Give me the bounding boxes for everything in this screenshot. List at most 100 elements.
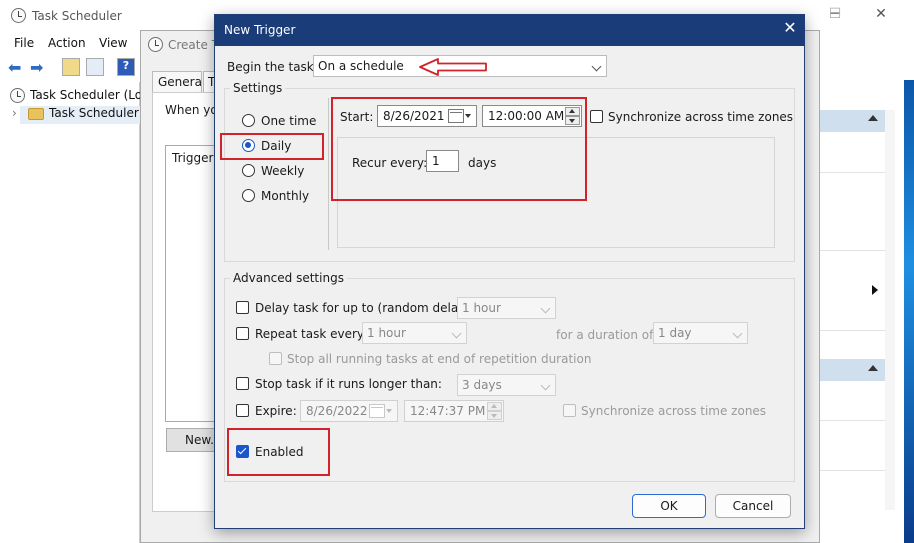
- recur-every-label: Recur every:: [352, 156, 428, 170]
- help-icon[interactable]: ?: [117, 58, 135, 76]
- folder-up-icon[interactable]: [62, 58, 80, 76]
- actions-pane: [805, 80, 914, 543]
- forward-arrow-icon[interactable]: ➡: [30, 58, 43, 77]
- maximize-icon[interactable]: ☐: [822, 6, 848, 26]
- repeat-value: 1 hour: [367, 326, 406, 340]
- trigger-list[interactable]: [165, 145, 217, 422]
- clock-icon: [11, 8, 26, 23]
- collapse-icon[interactable]: [868, 365, 878, 371]
- chevron-down-icon: [451, 328, 462, 339]
- expire-sync-label: Synchronize across time zones: [581, 404, 767, 418]
- chevron-right-icon[interactable]: ›: [12, 106, 17, 120]
- sync-timezones-label: Synchronize across time zones: [608, 110, 794, 124]
- stop-longer-checkbox[interactable]: [236, 377, 249, 390]
- chevron-down-icon: [591, 61, 602, 72]
- tab-general[interactable]: General: [152, 71, 205, 93]
- duration-label: for a duration of:: [556, 328, 657, 342]
- actions-scrollbar[interactable]: [885, 110, 895, 510]
- stop-running-checkbox[interactable]: [269, 352, 282, 365]
- repeat-select[interactable]: 1 hour: [362, 322, 467, 344]
- sync-timezones-checkbox[interactable]: [590, 110, 603, 123]
- stop-longer-value: 3 days: [462, 378, 502, 392]
- close-icon[interactable]: ✕: [780, 18, 800, 40]
- settings-divider: [328, 98, 329, 250]
- expire-sync-checkbox[interactable]: [563, 404, 576, 417]
- clock-icon: [10, 88, 25, 103]
- cancel-button[interactable]: Cancel: [715, 494, 791, 518]
- folder-icon: [28, 108, 44, 120]
- dialog-titlebar: [215, 15, 804, 46]
- menu-view[interactable]: View: [99, 36, 127, 50]
- recur-every-input[interactable]: 1: [426, 150, 459, 172]
- begin-task-value: On a schedule: [318, 59, 404, 73]
- expire-time-value: 12:47:37 PM: [410, 404, 486, 418]
- expire-date-field[interactable]: 8/26/2022: [300, 400, 398, 422]
- chevron-down-icon: [540, 303, 551, 314]
- duration-value: 1 day: [658, 326, 692, 340]
- ok-button[interactable]: OK: [632, 494, 706, 518]
- desktop-wallpaper: [904, 80, 914, 543]
- radio-daily[interactable]: [242, 139, 255, 152]
- red-arrow-annotation-icon: [419, 58, 487, 76]
- console-tree: [0, 82, 140, 543]
- time-spin-down[interactable]: [487, 411, 502, 420]
- begin-task-label: Begin the task:: [227, 60, 318, 74]
- clock-icon: [148, 37, 163, 52]
- expire-time-field[interactable]: 12:47:37 PM: [404, 400, 504, 422]
- time-spin-up[interactable]: [565, 107, 580, 116]
- monthly-label: Monthly: [261, 189, 310, 203]
- radio-monthly[interactable]: [242, 189, 255, 202]
- when-text: When yo: [165, 103, 218, 117]
- time-spin-up[interactable]: [487, 402, 502, 411]
- show-hide-tree-icon[interactable]: [86, 58, 104, 76]
- delay-task-label: Delay task for up to (random delay):: [255, 301, 475, 315]
- expire-date-value: 8/26/2022: [306, 404, 368, 418]
- back-arrow-icon[interactable]: ⬅: [8, 58, 21, 77]
- menu-action[interactable]: Action: [48, 36, 86, 50]
- start-date-field[interactable]: 8/26/2021: [377, 105, 477, 127]
- expire-checkbox[interactable]: [236, 404, 249, 417]
- duration-select[interactable]: 1 day: [653, 322, 748, 344]
- enabled-checkbox[interactable]: [236, 445, 249, 458]
- tree-item-root[interactable]: Task Scheduler (Loca: [30, 88, 156, 102]
- dialog-title: New Trigger: [224, 23, 296, 37]
- chevron-down-icon: [732, 328, 743, 339]
- expire-label: Expire:: [255, 404, 297, 418]
- weekly-label: Weekly: [261, 164, 305, 178]
- trigger-column-header: Trigger: [172, 151, 214, 165]
- time-spin-down[interactable]: [565, 116, 580, 125]
- recur-unit-label: days: [468, 156, 497, 170]
- radio-weekly[interactable]: [242, 164, 255, 177]
- stop-longer-select[interactable]: 3 days: [457, 374, 556, 396]
- recurrence-panel: [337, 137, 775, 248]
- calendar-icon[interactable]: [369, 404, 385, 418]
- task-scheduler-title: Task Scheduler: [32, 9, 122, 23]
- radio-one-time[interactable]: [242, 114, 255, 127]
- one-time-label: One time: [261, 114, 317, 128]
- delay-select[interactable]: 1 hour: [457, 297, 556, 319]
- repeat-task-label: Repeat task every:: [255, 327, 368, 341]
- delay-value: 1 hour: [462, 301, 501, 315]
- delay-task-checkbox[interactable]: [236, 301, 249, 314]
- start-time-value: 12:00:00 AM: [488, 109, 565, 123]
- menu-file[interactable]: File: [14, 36, 34, 50]
- chevron-down-icon: [386, 409, 392, 413]
- stop-running-label: Stop all running tasks at end of repetit…: [287, 352, 592, 366]
- start-date-value: 8/26/2021: [383, 109, 445, 123]
- new-trigger-button[interactable]: New...: [166, 428, 222, 452]
- collapse-icon[interactable]: [868, 115, 878, 121]
- advanced-settings-label: Advanced settings: [230, 271, 347, 285]
- chevron-down-icon: [540, 380, 551, 391]
- daily-label: Daily: [261, 139, 292, 153]
- enabled-label: Enabled: [255, 445, 304, 459]
- chevron-down-icon: [465, 114, 471, 118]
- start-time-field[interactable]: 12:00:00 AM: [482, 105, 582, 127]
- repeat-task-checkbox[interactable]: [236, 327, 249, 340]
- stop-longer-label: Stop task if it runs longer than:: [255, 377, 442, 391]
- tree-item-library[interactable]: Task Scheduler Li: [49, 106, 153, 120]
- calendar-icon[interactable]: [448, 109, 464, 123]
- submenu-arrow-icon[interactable]: [872, 285, 878, 295]
- close-window-icon[interactable]: ✕: [866, 6, 896, 26]
- settings-label: Settings: [230, 81, 286, 95]
- start-label: Start:: [340, 110, 374, 124]
